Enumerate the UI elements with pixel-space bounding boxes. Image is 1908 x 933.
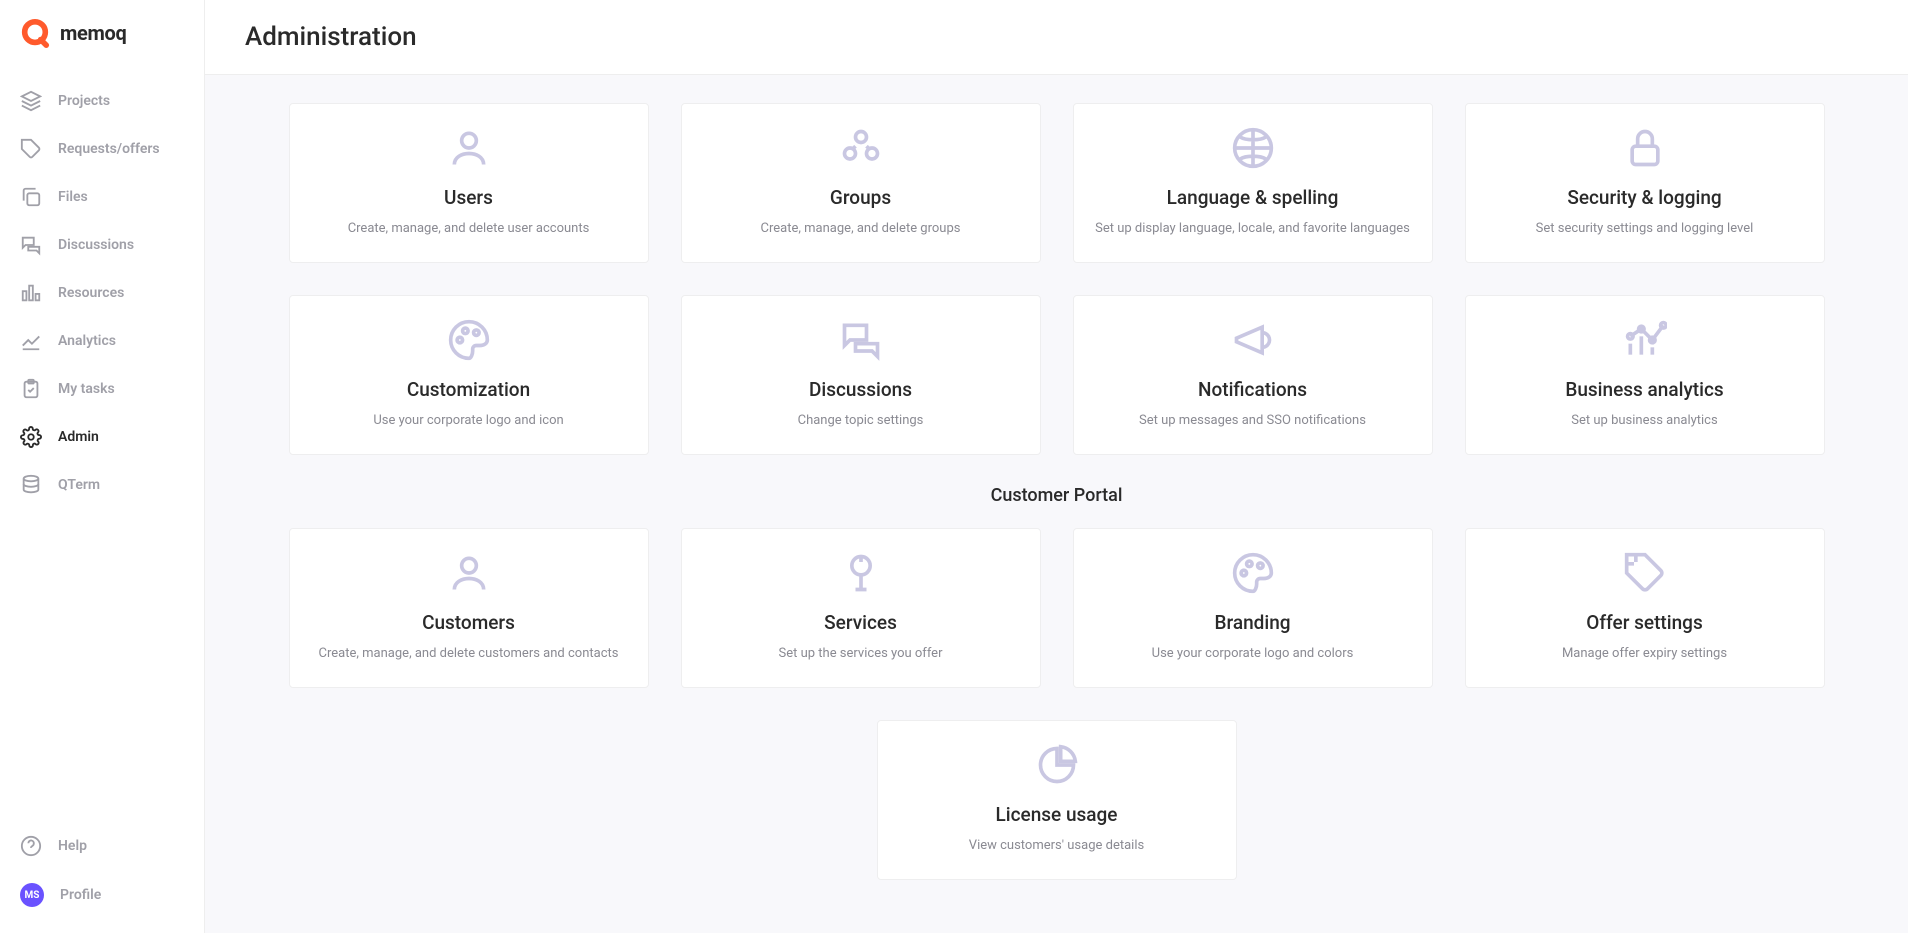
tile-discussions[interactable]: Discussions Change topic settings xyxy=(681,295,1041,455)
tile-title: Discussions xyxy=(809,378,912,401)
sidebar-item-files[interactable]: Files xyxy=(0,174,204,220)
sidebar-item-profile[interactable]: MS Profile xyxy=(0,871,204,919)
brand-mark-icon xyxy=(20,18,50,48)
clipboard-icon xyxy=(20,378,42,400)
lock-icon xyxy=(1623,126,1667,170)
tile-title: Customers xyxy=(422,611,515,634)
sidebar-item-resources[interactable]: Resources xyxy=(0,270,204,316)
tile-desc: Create, manage, and delete customers and… xyxy=(319,646,619,661)
tile-desc: Set up the services you offer xyxy=(779,646,943,661)
nav-label: Profile xyxy=(60,887,101,903)
nav-label: Help xyxy=(58,838,87,854)
tile-customization[interactable]: Customization Use your corporate logo an… xyxy=(289,295,649,455)
tile-desc: Set up business analytics xyxy=(1571,413,1717,428)
help-icon xyxy=(20,835,42,857)
tile-title: Groups xyxy=(830,186,891,209)
tile-desc: Set up messages and SSO notifications xyxy=(1139,413,1366,428)
tile-title: Offer settings xyxy=(1586,611,1702,634)
tags-icon xyxy=(1623,551,1667,595)
tag-icon xyxy=(20,138,42,160)
page-title: Administration xyxy=(245,22,1868,52)
tile-desc: Change topic settings xyxy=(798,413,924,428)
database-icon xyxy=(20,474,42,496)
content: Users Create, manage, and delete user ac… xyxy=(205,75,1908,908)
sidebar-item-discussions[interactable]: Discussions xyxy=(0,222,204,268)
bar-chart-icon xyxy=(20,282,42,304)
nav-label: Projects xyxy=(58,93,110,109)
license-tile-row: License usage View customers' usage deta… xyxy=(253,720,1860,880)
tile-title: Services xyxy=(824,611,897,634)
sidebar-item-help[interactable]: Help xyxy=(0,823,204,869)
tile-title: Language & spelling xyxy=(1167,186,1339,209)
tile-title: Business analytics xyxy=(1565,378,1723,401)
nav-label: Analytics xyxy=(58,333,116,349)
topbar: Administration xyxy=(205,0,1908,75)
sidebar-item-mytasks[interactable]: My tasks xyxy=(0,366,204,412)
tile-customers[interactable]: Customers Create, manage, and delete cus… xyxy=(289,528,649,688)
tile-security[interactable]: Security & logging Set security settings… xyxy=(1465,103,1825,263)
copy-icon xyxy=(20,186,42,208)
gear-icon xyxy=(20,426,42,448)
sidebar-item-analytics[interactable]: Analytics xyxy=(0,318,204,364)
sidebar-item-admin[interactable]: Admin xyxy=(0,414,204,460)
nav-footer: Help MS Profile xyxy=(0,813,204,919)
tile-desc: Use your corporate logo and colors xyxy=(1152,646,1354,661)
nav-label: Admin xyxy=(58,429,99,445)
tile-title: License usage xyxy=(996,803,1118,826)
palette-icon xyxy=(1231,551,1275,595)
brand-name: memoq xyxy=(60,21,127,45)
tile-language[interactable]: Language & spelling Set up display langu… xyxy=(1073,103,1433,263)
tile-branding[interactable]: Branding Use your corporate logo and col… xyxy=(1073,528,1433,688)
section-heading-customer-portal: Customer Portal xyxy=(253,485,1860,506)
tile-groups[interactable]: Groups Create, manage, and delete groups xyxy=(681,103,1041,263)
tile-analytics[interactable]: Business analytics Set up business analy… xyxy=(1465,295,1825,455)
tile-desc: View customers' usage details xyxy=(969,838,1144,853)
brand-logo[interactable]: memoq xyxy=(0,14,204,68)
user-icon xyxy=(447,126,491,170)
tile-desc: Create, manage, and delete user accounts xyxy=(348,221,590,236)
tile-desc: Set security settings and logging level xyxy=(1536,221,1754,236)
user-icon xyxy=(447,551,491,595)
sidebar-item-requests[interactable]: Requests/offers xyxy=(0,126,204,172)
tile-desc: Set up display language, locale, and fav… xyxy=(1095,221,1410,236)
trending-icon xyxy=(20,330,42,352)
nav-label: QTerm xyxy=(58,477,100,493)
megaphone-icon xyxy=(1231,318,1275,362)
tile-title: Users xyxy=(444,186,493,209)
layers-icon xyxy=(20,90,42,112)
tile-title: Branding xyxy=(1214,611,1290,634)
palette-icon xyxy=(447,318,491,362)
chat-icon xyxy=(20,234,42,256)
main: Administration Users Create, manage, and… xyxy=(205,0,1908,933)
pie-chart-icon xyxy=(1035,743,1079,787)
wrench-icon xyxy=(839,551,883,595)
tile-services[interactable]: Services Set up the services you offer xyxy=(681,528,1041,688)
nav-label: Requests/offers xyxy=(58,141,160,157)
tile-offer-settings[interactable]: Offer settings Manage offer expiry setti… xyxy=(1465,528,1825,688)
globe-icon xyxy=(1231,126,1275,170)
analytics-icon xyxy=(1623,318,1667,362)
admin-tiles: Users Create, manage, and delete user ac… xyxy=(253,103,1860,455)
sidebar-item-projects[interactable]: Projects xyxy=(0,78,204,124)
nav-label: My tasks xyxy=(58,381,115,397)
users-icon xyxy=(839,126,883,170)
portal-tiles: Customers Create, manage, and delete cus… xyxy=(253,528,1860,688)
nav-label: Files xyxy=(58,189,88,205)
avatar: MS xyxy=(20,883,44,907)
tile-license-usage[interactable]: License usage View customers' usage deta… xyxy=(877,720,1237,880)
nav-label: Discussions xyxy=(58,237,134,253)
tile-title: Notifications xyxy=(1198,378,1307,401)
sidebar-item-qterm[interactable]: QTerm xyxy=(0,462,204,508)
nav-main: Projects Requests/offers Files Discussio… xyxy=(0,68,204,508)
tile-title: Security & logging xyxy=(1567,186,1721,209)
tile-desc: Use your corporate logo and icon xyxy=(373,413,563,428)
chat-icon xyxy=(839,318,883,362)
tile-users[interactable]: Users Create, manage, and delete user ac… xyxy=(289,103,649,263)
tile-title: Customization xyxy=(407,378,530,401)
tile-desc: Create, manage, and delete groups xyxy=(761,221,961,236)
sidebar: memoq Projects Requests/offers Files xyxy=(0,0,205,933)
nav-label: Resources xyxy=(58,285,124,301)
tile-desc: Manage offer expiry settings xyxy=(1562,646,1727,661)
tile-notifications[interactable]: Notifications Set up messages and SSO no… xyxy=(1073,295,1433,455)
